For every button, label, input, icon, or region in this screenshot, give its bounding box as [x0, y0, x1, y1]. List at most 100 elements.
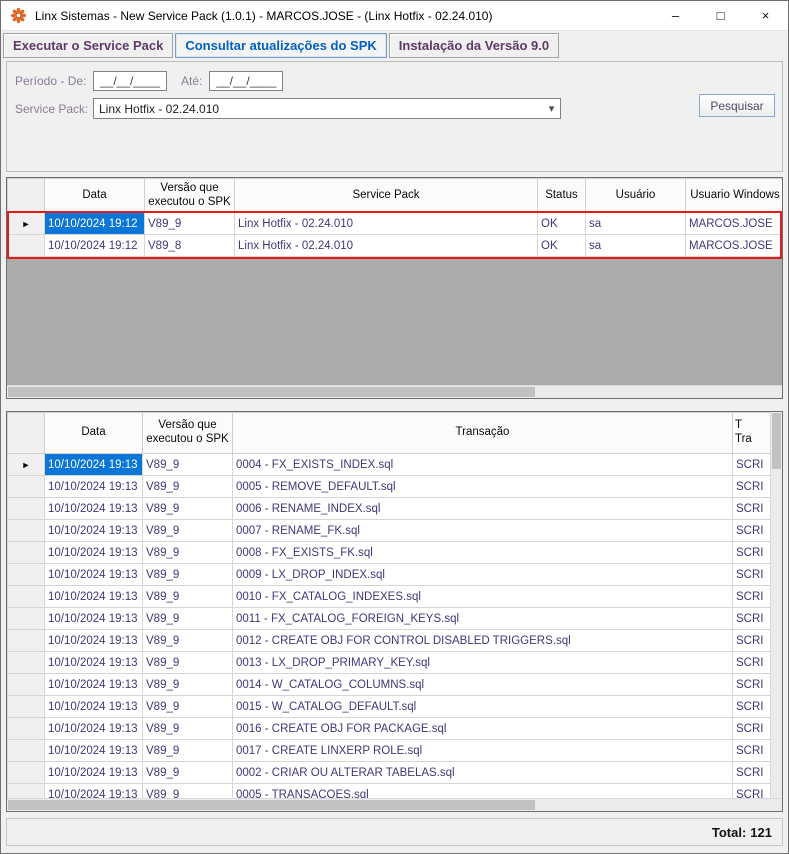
table-row[interactable]: ► 10/10/2024 19:13 V89_9 0015 - W_CATALO… — [7, 695, 770, 718]
cell-tipo[interactable]: SCRI — [732, 783, 770, 798]
row-selector-cell[interactable]: ► — [7, 673, 45, 696]
cell-status[interactable]: OK — [537, 212, 586, 235]
cell-versao[interactable]: V89_9 — [142, 783, 233, 798]
column-header-status[interactable]: Status — [537, 178, 586, 213]
scrollbar-thumb[interactable] — [8, 387, 535, 397]
tab-instalacao-versao-9[interactable]: Instalação da Versão 9.0 — [388, 33, 560, 58]
close-button[interactable]: × — [743, 1, 788, 30]
table-row[interactable]: ► 10/10/2024 19:13 V89_9 0012 - CREATE O… — [7, 629, 770, 652]
column-header-usuario-windows[interactable]: Usuario Windows — [685, 178, 782, 213]
cell-versao[interactable]: V89_9 — [142, 695, 233, 718]
cell-data[interactable]: 10/10/2024 19:13 — [44, 651, 143, 674]
row-selector-cell[interactable]: ► — [7, 453, 45, 476]
column-header-versao[interactable]: Versão que executou o SPK — [144, 178, 235, 213]
row-selector-header[interactable] — [7, 412, 45, 454]
cell-transacao[interactable]: 0017 - CREATE LINXERP ROLE.sql — [232, 739, 733, 762]
table-row[interactable]: ► 10/10/2024 19:13 V89_9 0014 - W_CATALO… — [7, 673, 770, 696]
row-selector-cell[interactable]: ► — [7, 739, 45, 762]
cell-versao[interactable]: V89_9 — [142, 761, 233, 784]
cell-data[interactable]: 10/10/2024 19:13 — [44, 673, 143, 696]
cell-tipo[interactable]: SCRI — [732, 717, 770, 740]
cell-versao[interactable]: V89_9 — [142, 717, 233, 740]
row-selector-cell[interactable]: ► — [7, 563, 45, 586]
table-row[interactable]: ► 10/10/2024 19:13 V89_9 0007 - RENAME_F… — [7, 519, 770, 542]
period-from-input[interactable] — [93, 71, 167, 91]
row-selector-cell[interactable]: ► — [7, 212, 45, 235]
cell-transacao[interactable]: 0010 - FX_CATALOG_INDEXES.sql — [232, 585, 733, 608]
cell-tipo[interactable]: SCRI — [732, 629, 770, 652]
cell-data[interactable]: 10/10/2024 19:13 — [44, 585, 143, 608]
column-header-tipo[interactable]: T Tra — [732, 412, 770, 454]
row-selector-cell[interactable]: ► — [7, 783, 45, 798]
cell-data[interactable]: 10/10/2024 19:13 — [44, 519, 143, 542]
cell-transacao[interactable]: 0002 - CRIAR OU ALTERAR TABELAS.sql — [232, 761, 733, 784]
cell-tipo[interactable]: SCRI — [732, 651, 770, 674]
row-selector-cell[interactable]: ► — [7, 651, 45, 674]
row-selector-cell[interactable]: ► — [7, 695, 45, 718]
table-row[interactable]: ► 10/10/2024 19:13 V89_9 0013 - LX_DROP_… — [7, 651, 770, 674]
table-row[interactable]: ► 10/10/2024 19:13 V89_9 0005 - TRANSACO… — [7, 783, 770, 798]
maximize-button[interactable]: □ — [698, 1, 743, 30]
column-header-data[interactable]: Data — [44, 412, 143, 454]
cell-tipo[interactable]: SCRI — [732, 453, 770, 476]
cell-transacao[interactable]: 0008 - FX_EXISTS_FK.sql — [232, 541, 733, 564]
cell-data[interactable]: 10/10/2024 19:13 — [44, 453, 143, 476]
cell-versao[interactable]: V89_9 — [142, 673, 233, 696]
cell-transacao[interactable]: 0011 - FX_CATALOG_FOREIGN_KEYS.sql — [232, 607, 733, 630]
cell-transacao[interactable]: 0005 - REMOVE_DEFAULT.sql — [232, 475, 733, 498]
row-selector-cell[interactable]: ► — [7, 717, 45, 740]
cell-versao[interactable]: V89_9 — [142, 541, 233, 564]
cell-tipo[interactable]: SCRI — [732, 563, 770, 586]
table-row[interactable]: ► 10/10/2024 19:12 V89_8 Linx Hotfix - 0… — [7, 234, 782, 257]
cell-data[interactable]: 10/10/2024 19:12 — [44, 212, 145, 235]
row-selector-cell[interactable]: ► — [7, 629, 45, 652]
minimize-button[interactable]: – — [653, 1, 698, 30]
cell-versao[interactable]: V89_9 — [142, 629, 233, 652]
cell-tipo[interactable]: SCRI — [732, 519, 770, 542]
table-row[interactable]: ► 10/10/2024 19:13 V89_9 0016 - CREATE O… — [7, 717, 770, 740]
row-selector-cell[interactable]: ► — [7, 585, 45, 608]
transactions-horizontal-scrollbar[interactable] — [7, 798, 782, 811]
cell-versao[interactable]: V89_9 — [142, 519, 233, 542]
cell-versao[interactable]: V89_9 — [142, 453, 233, 476]
cell-tipo[interactable]: SCRI — [732, 585, 770, 608]
cell-data[interactable]: 10/10/2024 19:13 — [44, 563, 143, 586]
cell-transacao[interactable]: 0013 - LX_DROP_PRIMARY_KEY.sql — [232, 651, 733, 674]
column-header-versao[interactable]: Versão que executou o SPK — [142, 412, 233, 454]
row-selector-cell[interactable]: ► — [7, 541, 45, 564]
cell-data[interactable]: 10/10/2024 19:13 — [44, 497, 143, 520]
cell-versao[interactable]: V89_9 — [142, 497, 233, 520]
cell-data[interactable]: 10/10/2024 19:13 — [44, 629, 143, 652]
cell-versao[interactable]: V89_9 — [142, 651, 233, 674]
cell-versao[interactable]: V89_8 — [144, 234, 235, 257]
cell-versao[interactable]: V89_9 — [142, 607, 233, 630]
column-header-service-pack[interactable]: Service Pack — [234, 178, 538, 213]
cell-tipo[interactable]: SCRI — [732, 475, 770, 498]
cell-usuario[interactable]: sa — [585, 234, 686, 257]
table-row[interactable]: ► 10/10/2024 19:13 V89_9 0006 - RENAME_I… — [7, 497, 770, 520]
cell-transacao[interactable]: 0014 - W_CATALOG_COLUMNS.sql — [232, 673, 733, 696]
cell-usuario[interactable]: sa — [585, 212, 686, 235]
table-row[interactable]: ► 10/10/2024 19:13 V89_9 0017 - CREATE L… — [7, 739, 770, 762]
period-to-input[interactable] — [209, 71, 284, 91]
row-selector-cell[interactable]: ► — [7, 497, 45, 520]
cell-data[interactable]: 10/10/2024 19:13 — [44, 739, 143, 762]
row-selector-cell[interactable]: ► — [7, 761, 45, 784]
row-selector-cell[interactable]: ► — [7, 519, 45, 542]
cell-transacao[interactable]: 0004 - FX_EXISTS_INDEX.sql — [232, 453, 733, 476]
transactions-vertical-scrollbar[interactable] — [770, 412, 782, 798]
column-header-data[interactable]: Data — [44, 178, 145, 213]
cell-transacao[interactable]: 0015 - W_CATALOG_DEFAULT.sql — [232, 695, 733, 718]
table-row[interactable]: ► 10/10/2024 19:13 V89_9 0002 - CRIAR OU… — [7, 761, 770, 784]
cell-transacao[interactable]: 0009 - LX_DROP_INDEX.sql — [232, 563, 733, 586]
cell-service-pack[interactable]: Linx Hotfix - 02.24.010 — [234, 234, 538, 257]
tab-executar-service-pack[interactable]: Executar o Service Pack — [3, 33, 174, 58]
cell-data[interactable]: 10/10/2024 19:13 — [44, 607, 143, 630]
table-row[interactable]: ► 10/10/2024 19:13 V89_9 0005 - REMOVE_D… — [7, 475, 770, 498]
cell-data[interactable]: 10/10/2024 19:12 — [44, 234, 145, 257]
cell-tipo[interactable]: SCRI — [732, 607, 770, 630]
row-selector-cell[interactable]: ► — [7, 234, 45, 257]
column-header-transacao[interactable]: Transação — [232, 412, 733, 454]
row-selector-cell[interactable]: ► — [7, 607, 45, 630]
row-selector-cell[interactable]: ► — [7, 475, 45, 498]
